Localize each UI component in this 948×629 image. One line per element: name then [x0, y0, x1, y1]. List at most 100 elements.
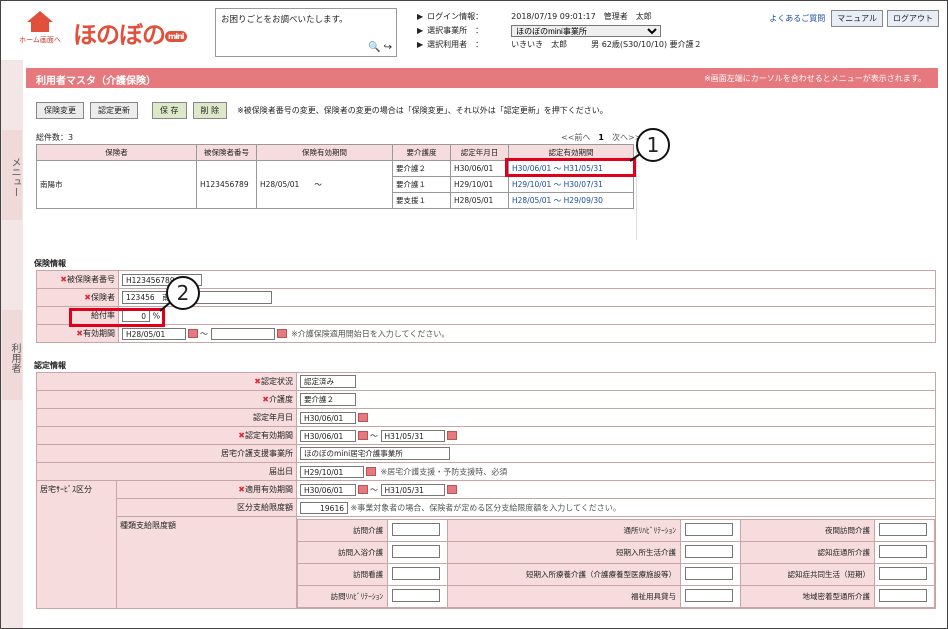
page-title-bar: 利用者マスタ（介護保険） ※画面左端にカーソルを合わせるとメニューが表示されます…	[26, 68, 938, 88]
logo-badge: mini	[165, 30, 187, 42]
insurance-change-button[interactable]: 保険変更	[36, 102, 84, 119]
page-note: ※画面左端にカーソルを合わせるとメニューが表示されます。	[704, 74, 926, 83]
calendar-icon[interactable]	[358, 485, 368, 494]
col-header: 認定年月日	[450, 144, 509, 161]
kind-input[interactable]	[684, 523, 733, 536]
home-button[interactable]: ホーム画面へ	[15, 11, 65, 51]
kind-label: 福祉用具貸与	[447, 585, 681, 608]
date-cell: H28/05/01	[450, 192, 509, 209]
user-tab[interactable]: 利用者	[2, 310, 22, 400]
side-tabs: メニュー 利用者	[1, 60, 23, 628]
tilde: 〜	[370, 485, 378, 494]
kind-input[interactable]	[879, 567, 927, 580]
calendar-icon[interactable]	[358, 413, 368, 422]
kind-input[interactable]	[879, 589, 927, 602]
kind-input[interactable]	[684, 567, 733, 580]
cert-period-link[interactable]: H28/05/01 〜 H29/09/30	[508, 192, 634, 209]
calendar-icon[interactable]	[446, 485, 457, 494]
logout-button[interactable]: ログアウト	[887, 10, 939, 27]
kind-label: 種類支給限度額	[116, 516, 297, 609]
faq-link[interactable]: よくあるご質問	[769, 13, 825, 24]
cert-form: ✖認定状況 認定済み ✖介護度 要介護２ 認定年月日 H30/06/01 ✖認定有効期…	[36, 372, 936, 609]
kind-limit-grid: 訪問介護 通所ﾘﾊﾋﾞﾘﾃｰｼｮﾝ 夜間訪問介護 訪問入浴介護 短期入所生活介護 認知症…	[296, 519, 935, 608]
kind-input[interactable]	[684, 545, 733, 558]
limit-hint: ※事業対象者の場合、保険者が定める区分支給限度額を入力してください。	[350, 503, 621, 512]
cert-period-from[interactable]: H30/06/01	[300, 429, 356, 442]
level-select[interactable]: 要介護２	[300, 393, 356, 406]
cert-date-input[interactable]: H30/06/01	[300, 411, 356, 424]
session-info: ▶ ログイン情報： 2018/07/19 09:01:17 管理者 太郎 ▶ 選択事業…	[417, 10, 702, 52]
calendar-icon[interactable]	[366, 467, 376, 476]
delete-button[interactable]: 削 除	[192, 102, 228, 119]
login-key: ログイン情報：	[427, 12, 484, 21]
kind-label: 訪問入浴介護	[296, 541, 389, 564]
kind-label: 認知症共同生活（短期）	[739, 563, 876, 586]
period-to-input[interactable]	[210, 327, 275, 340]
home-label: ホーム画面へ	[19, 36, 61, 44]
page-title: 利用者マスタ（介護保険）	[36, 76, 156, 87]
bullet-icon: ▶	[417, 40, 424, 49]
button-hint: ※被保険者番号の変更、保険者の変更の場合は「保険変更」、それ以外は「認定更新」を…	[237, 106, 608, 115]
certification-renew-button[interactable]: 認定更新	[90, 102, 138, 119]
kind-input[interactable]	[684, 589, 733, 602]
office-select[interactable]: ほのぼのmini事業所	[511, 25, 662, 37]
apply-to-input[interactable]: H31/05/31	[380, 483, 445, 496]
calendar-icon[interactable]	[188, 329, 198, 338]
period-from-input[interactable]: H28/05/01	[122, 327, 186, 340]
kind-label: 地域密着型通所介護	[739, 585, 876, 608]
field-label: 保険者	[91, 293, 115, 302]
field-label: 居宅介護支援事業所	[221, 449, 293, 458]
callout-2: 2	[166, 276, 200, 310]
field-label: 有効期間	[83, 329, 115, 338]
col-header: 被保険者番号	[196, 144, 257, 161]
cert-section-title: 認定情報	[34, 361, 66, 370]
field-label: 認定状況	[261, 377, 293, 386]
kind-label: 夜間訪問介護	[739, 519, 876, 542]
office-key: 選択事業所 ：	[427, 26, 484, 35]
period-hint: ※介護保険適用開始日を入力してください。	[291, 329, 450, 338]
kind-input[interactable]	[392, 589, 441, 602]
menu-tab[interactable]: メニュー	[2, 130, 22, 220]
highlight-box-2	[69, 308, 165, 327]
date-cell: H30/06/01	[450, 160, 509, 177]
date-cell: H29/10/01	[450, 176, 509, 193]
limit-input[interactable]: 19616	[300, 501, 348, 514]
save-button[interactable]: 保 存	[152, 102, 187, 119]
manual-button[interactable]: マニュアル	[831, 10, 883, 27]
kind-label: 訪問看護	[296, 563, 389, 586]
kind-label: 短期入所生活介護	[447, 541, 681, 564]
header: ホーム画面へ ほのぼの mini お困りごとをお調べいたします。 🔍 ↪ ▶ ログイ…	[1, 1, 947, 59]
col-header: 要介護度	[392, 144, 451, 161]
field-label: 介護度	[269, 395, 293, 404]
pager-current: 1	[598, 133, 604, 142]
calendar-icon[interactable]	[358, 431, 368, 440]
pager-prev[interactable]: <<前へ	[561, 133, 590, 142]
field-label: 届出日	[269, 467, 293, 476]
col-header: 保険有効期間	[256, 144, 393, 161]
notice-date-input[interactable]: H29/10/01	[300, 465, 364, 478]
kind-input[interactable]	[392, 545, 441, 558]
field-label: 適用有効期間	[245, 485, 293, 494]
cert-period-link[interactable]: H29/10/01 〜 H30/07/31	[508, 176, 634, 193]
kind-input[interactable]	[392, 567, 441, 580]
tilde: 〜	[200, 329, 208, 338]
level-cell: 要介護１	[392, 176, 451, 193]
insurer-cell: 南陽市	[36, 160, 197, 209]
cert-period-to[interactable]: H31/05/31	[380, 429, 445, 442]
calendar-icon[interactable]	[446, 431, 457, 440]
level-cell: 要介護２	[392, 160, 451, 177]
kind-input[interactable]	[392, 523, 441, 536]
kind-input[interactable]	[879, 523, 927, 536]
apply-from-input[interactable]: H30/06/01	[300, 483, 356, 496]
user-key: 選択利用者 ：	[427, 40, 484, 49]
status-select[interactable]: 認定済み	[300, 375, 356, 388]
calendar-icon[interactable]	[276, 329, 287, 338]
kind-label: 認知症通所介護	[739, 541, 876, 564]
office-select[interactable]: ほのぼのmini居宅介護事業所	[300, 447, 450, 460]
main-content: 利用者マスタ（介護保険） ※画面左端にカーソルを合わせるとメニューが表示されます…	[26, 60, 944, 628]
kind-input[interactable]	[879, 545, 927, 558]
help-search-box[interactable]: お困りごとをお調べいたします。 🔍 ↪	[215, 8, 397, 57]
help-text: お困りごとをお調べいたします。	[221, 15, 348, 25]
search-icon[interactable]: 🔍 ↪	[368, 42, 392, 53]
home-icon-body	[31, 22, 49, 32]
